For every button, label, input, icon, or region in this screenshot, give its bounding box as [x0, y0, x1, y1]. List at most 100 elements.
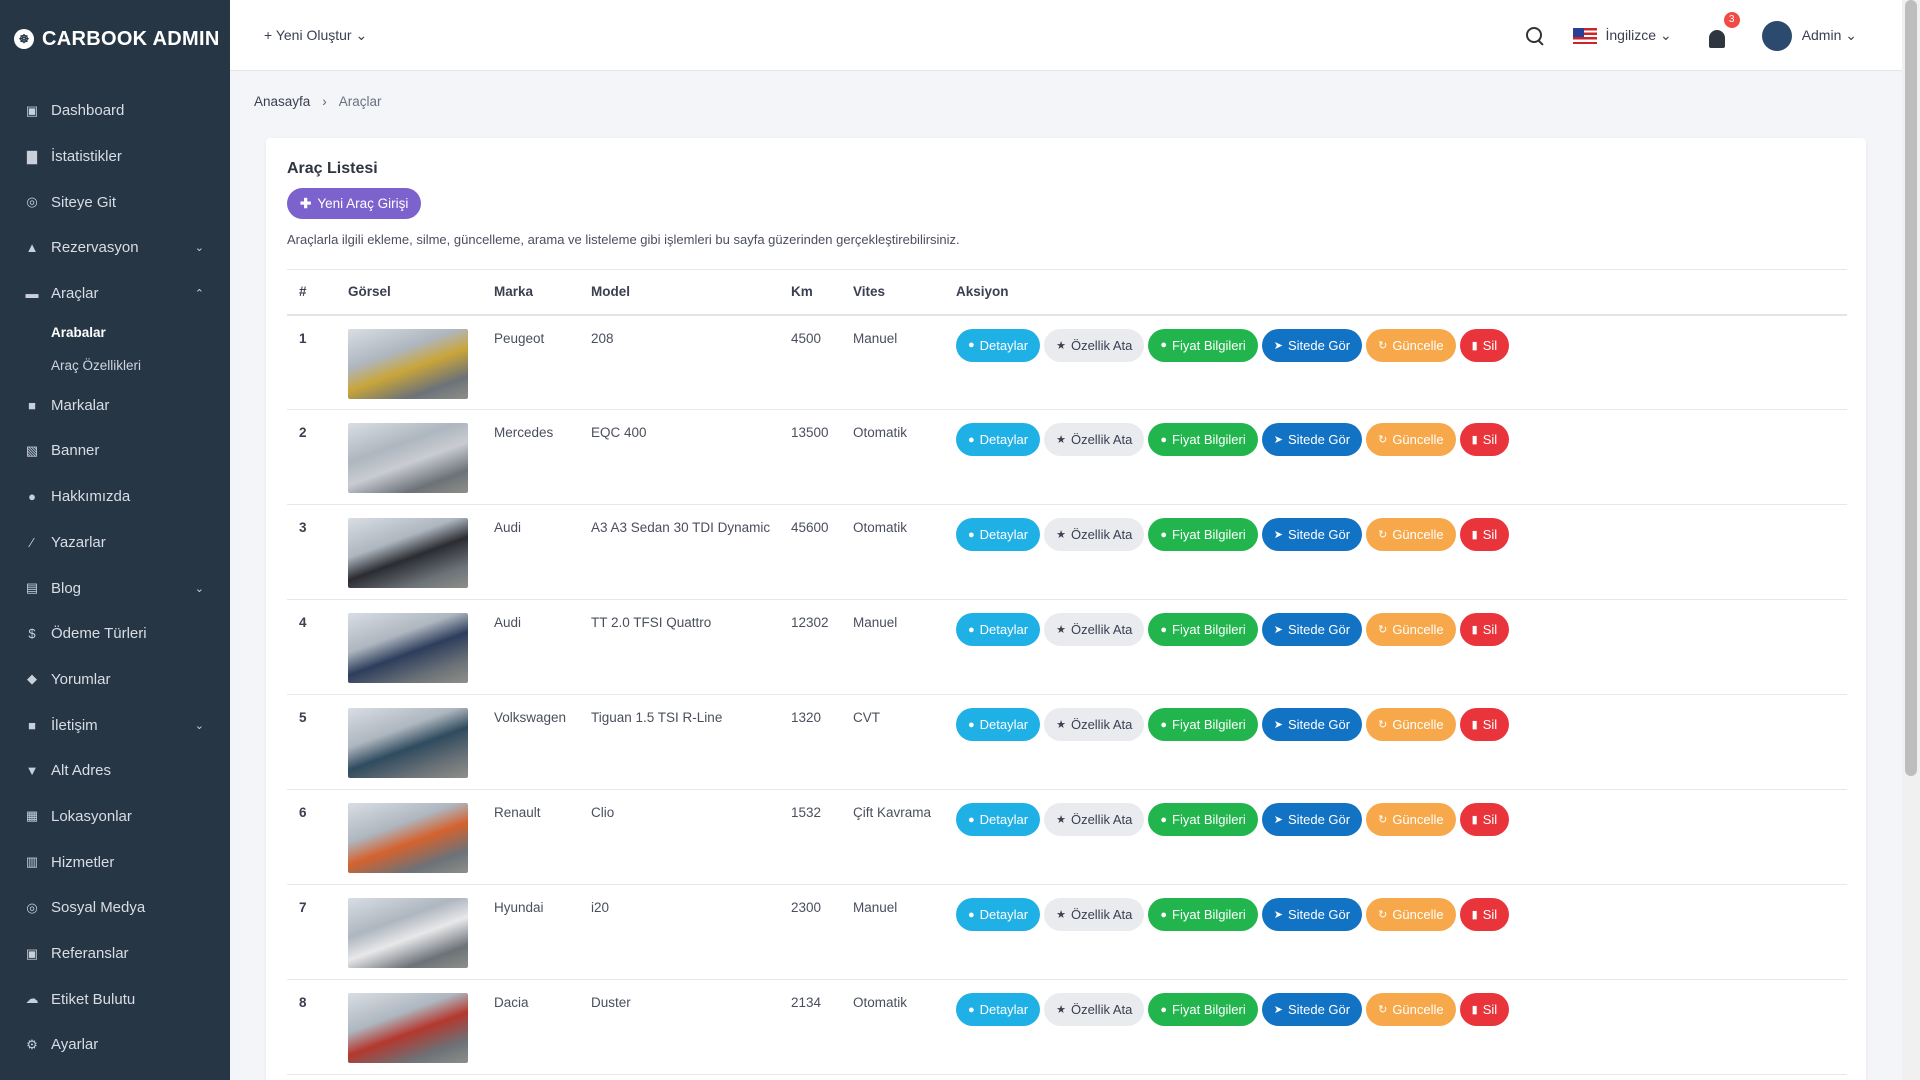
sidebar-item-instagram[interactable]: ◎ Sosyal Medya	[0, 885, 230, 931]
sidebar-item-dashboard[interactable]: ▣ Dashboard	[0, 88, 230, 134]
brand[interactable]: ☸ CARBOOK ADMIN	[0, 0, 230, 78]
user-menu[interactable]: Admin ⌄	[1761, 20, 1857, 51]
paper-plane-icon: ➤	[1273, 529, 1283, 541]
assign-feature-button[interactable]: ★ Özellik Ata	[1044, 423, 1145, 456]
assign-feature-button[interactable]: ★ Özellik Ata	[1044, 803, 1145, 836]
delete-button-label: Sil	[1482, 432, 1498, 447]
sidebar-item-label: İletişim	[51, 716, 98, 734]
details-button[interactable]: ● Detaylar	[956, 803, 1041, 836]
details-button[interactable]: ● Detaylar	[956, 518, 1041, 551]
delete-button[interactable]: ▮ Sil	[1459, 803, 1510, 836]
details-button[interactable]: ● Detaylar	[956, 613, 1041, 646]
update-button[interactable]: ↻ Güncelle	[1366, 518, 1456, 551]
language-selector[interactable]: İngilizce ⌄	[1573, 27, 1672, 44]
sidebar-subitem[interactable]: Arabalar	[0, 316, 230, 349]
delete-button[interactable]: ▮ Sil	[1459, 423, 1510, 456]
details-button[interactable]: ● Detaylar	[956, 423, 1041, 456]
details-button[interactable]: ● Detaylar	[956, 898, 1041, 931]
sidebar-item-image[interactable]: ▧ Banner	[0, 428, 230, 474]
view-on-site-button[interactable]: ➤ Sitede Gör	[1261, 993, 1363, 1026]
delete-button[interactable]: ▮ Sil	[1459, 613, 1510, 646]
update-button[interactable]: ↻ Güncelle	[1366, 613, 1456, 646]
sidebar-item-cloud[interactable]: ☁ Etiket Bulutu	[0, 976, 230, 1022]
sidebar-item-globe[interactable]: ◎ Siteye Git	[0, 179, 230, 225]
update-button[interactable]: ↻ Güncelle	[1366, 328, 1456, 362]
sidebar-item-comments[interactable]: ◆ Yorumlar	[0, 657, 230, 703]
add-vehicle-button[interactable]: ✚ Yeni Araç Girişi	[287, 188, 422, 219]
price-info-button[interactable]: ● Fiyat Bilgileri	[1148, 708, 1258, 741]
update-button[interactable]: ↻ Güncelle	[1366, 898, 1456, 931]
price-info-button[interactable]: ● Fiyat Bilgileri	[1148, 613, 1258, 646]
price-info-button[interactable]: ● Fiyat Bilgileri	[1148, 803, 1258, 836]
delete-button[interactable]: ▮ Sil	[1459, 328, 1510, 362]
sidebar-item-truck[interactable]: ■ Markalar	[0, 382, 230, 428]
sidebar-item-message[interactable]: ■ İletişim ⌄	[0, 702, 230, 748]
sidebar-item-chart[interactable]: ▇ İstatistikler	[0, 134, 230, 180]
update-button[interactable]: ↻ Güncelle	[1366, 708, 1456, 741]
sidebar-subitem[interactable]: Araç Özellikleri	[0, 349, 230, 382]
breadcrumb-home[interactable]: Anasayfa	[254, 94, 310, 109]
view-on-site-button[interactable]: ➤ Sitede Gör	[1261, 328, 1363, 362]
assign-feature-button[interactable]: ★ Özellik Ata	[1044, 708, 1145, 741]
user-name: Admin ⌄	[1801, 27, 1857, 43]
dollar-icon: $	[28, 626, 36, 642]
assign-feature-button[interactable]: ★ Özellik Ata	[1044, 898, 1145, 931]
update-button[interactable]: ↻ Güncelle	[1366, 803, 1456, 836]
card-description: Araçlarla ilgili ekleme, silme, güncelle…	[287, 232, 960, 247]
sidebar-item-bell[interactable]: ▲ Rezervasyon ⌄	[0, 225, 230, 271]
us-flag-icon	[1573, 27, 1598, 44]
delete-button[interactable]: ▮ Sil	[1459, 898, 1510, 931]
info-circle-icon: ●	[968, 339, 975, 351]
column-header: Aksiyon	[956, 284, 1009, 300]
update-button[interactable]: ↻ Güncelle	[1366, 423, 1456, 456]
delete-button[interactable]: ▮ Sil	[1459, 518, 1510, 551]
update-button[interactable]: ↻ Güncelle	[1366, 993, 1456, 1026]
search-icon[interactable]	[1525, 26, 1545, 46]
price-info-button[interactable]: ● Fiyat Bilgileri	[1148, 423, 1258, 456]
details-button[interactable]: ● Detaylar	[956, 328, 1041, 362]
price-info-button[interactable]: ● Fiyat Bilgileri	[1148, 993, 1258, 1026]
image-cell	[336, 885, 482, 980]
table-body: 1 Peugeot 208 4500 Manuel ● Detaylar ★ Özellik A…	[287, 315, 1847, 1075]
row-number: 1	[299, 330, 307, 346]
gear-cell: CVT	[853, 710, 880, 725]
sidebar-item-reference[interactable]: ▣ Referanslar	[0, 931, 230, 977]
row-number: 6	[299, 805, 307, 820]
view-on-site-button[interactable]: ➤ Sitede Gör	[1261, 803, 1363, 836]
sidebar-item-settings[interactable]: ⚙ Ayarlar	[0, 1022, 230, 1068]
sidebar-item-logout[interactable]: ↦Çıkış Yap	[0, 1068, 230, 1080]
view-on-site-button[interactable]: ➤ Sitede Gör	[1261, 518, 1363, 551]
sidebar-item-info[interactable]: ● Hakkımızda	[0, 474, 230, 520]
assign-feature-button[interactable]: ★ Özellik Ata	[1044, 518, 1145, 551]
sidebar-item-dollar[interactable]: $ Ödeme Türleri	[0, 611, 230, 657]
vertical-scrollbar[interactable]	[1902, 0, 1920, 1080]
sidebar-item-location-pin[interactable]: ▼ Alt Adres	[0, 748, 230, 794]
sidebar-item-map[interactable]: ▦ Lokasyonlar	[0, 794, 230, 840]
km-cell: 2300	[791, 900, 822, 915]
price-info-button[interactable]: ● Fiyat Bilgileri	[1148, 328, 1258, 362]
price-info-button[interactable]: ● Fiyat Bilgileri	[1148, 898, 1258, 931]
delete-button[interactable]: ▮ Sil	[1459, 708, 1510, 741]
sidebar-item-services[interactable]: ▥ Hizmetler	[0, 839, 230, 885]
view-on-site-button[interactable]: ➤ Sitede Gör	[1261, 613, 1363, 646]
details-button[interactable]: ● Detaylar	[956, 708, 1041, 741]
assign-feature-button[interactable]: ★ Özellik Ata	[1044, 613, 1145, 646]
view-on-site-button[interactable]: ➤ Sitede Gör	[1261, 898, 1363, 931]
details-button[interactable]: ● Detaylar	[956, 993, 1041, 1026]
table-row: 8 Dacia Duster 2134 Otomatik ● Detaylar ★ Özelli…	[287, 980, 1847, 1075]
delete-button[interactable]: ▮ Sil	[1459, 993, 1510, 1026]
view-on-site-button[interactable]: ➤ Sitede Gör	[1261, 423, 1363, 456]
view-on-site-button[interactable]: ➤ Sitede Gör	[1261, 708, 1363, 741]
assign-feature-button[interactable]: ★ Özellik Ata	[1044, 993, 1145, 1026]
sidebar-item-blog[interactable]: ▤ Blog ⌄	[0, 565, 230, 611]
price-info-button[interactable]: ● Fiyat Bilgileri	[1148, 518, 1258, 551]
scrollbar-thumb[interactable]	[1905, 0, 1917, 776]
sidebar-item-car[interactable]: ▬ Araçlar ⌃	[0, 271, 230, 317]
action-buttons: ● Detaylar ★ Özellik Ata ● Fiyat Bilgileri ➤ Si…	[956, 993, 1847, 1026]
car-thumbnail	[348, 993, 468, 1063]
paper-plane-icon: ➤	[1273, 719, 1283, 731]
create-new-dropdown[interactable]: + Yeni Oluştur ⌄	[264, 27, 367, 44]
notification-button[interactable]: 3	[1706, 11, 1740, 48]
assign-feature-button[interactable]: ★ Özellik Ata	[1044, 328, 1145, 362]
sidebar-item-pen[interactable]: ∕ Yazarlar	[0, 520, 230, 566]
